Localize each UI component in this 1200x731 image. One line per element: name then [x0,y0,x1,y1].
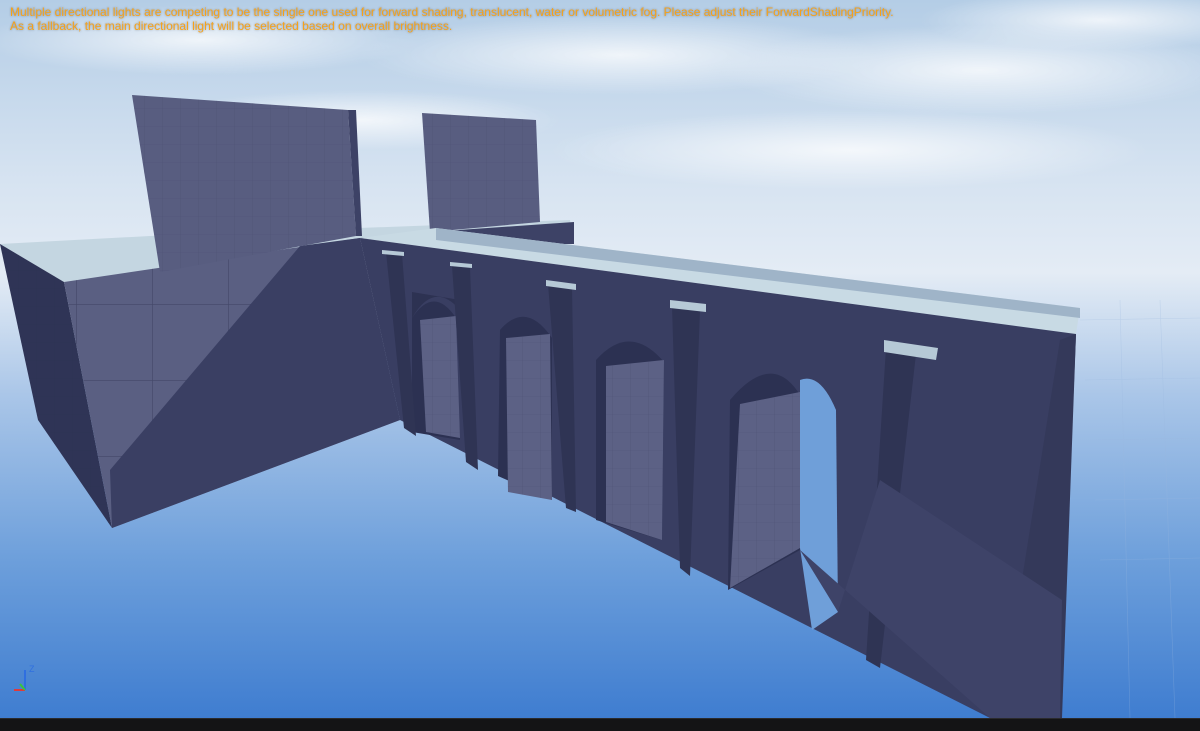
warning-message: Multiple directional lights are competin… [10,5,894,33]
warning-line-2: As a fallback, the main directional ligh… [10,18,453,33]
axis-gizmo-icon: Z [14,664,35,691]
axis-z-label: Z [29,664,35,674]
level-viewport[interactable]: Multiple directional lights are competin… [0,0,1200,718]
viewport-bottom-bar [0,718,1200,731]
warning-line-1: Multiple directional lights are competin… [10,5,894,19]
viewport-scene[interactable] [0,0,1200,718]
